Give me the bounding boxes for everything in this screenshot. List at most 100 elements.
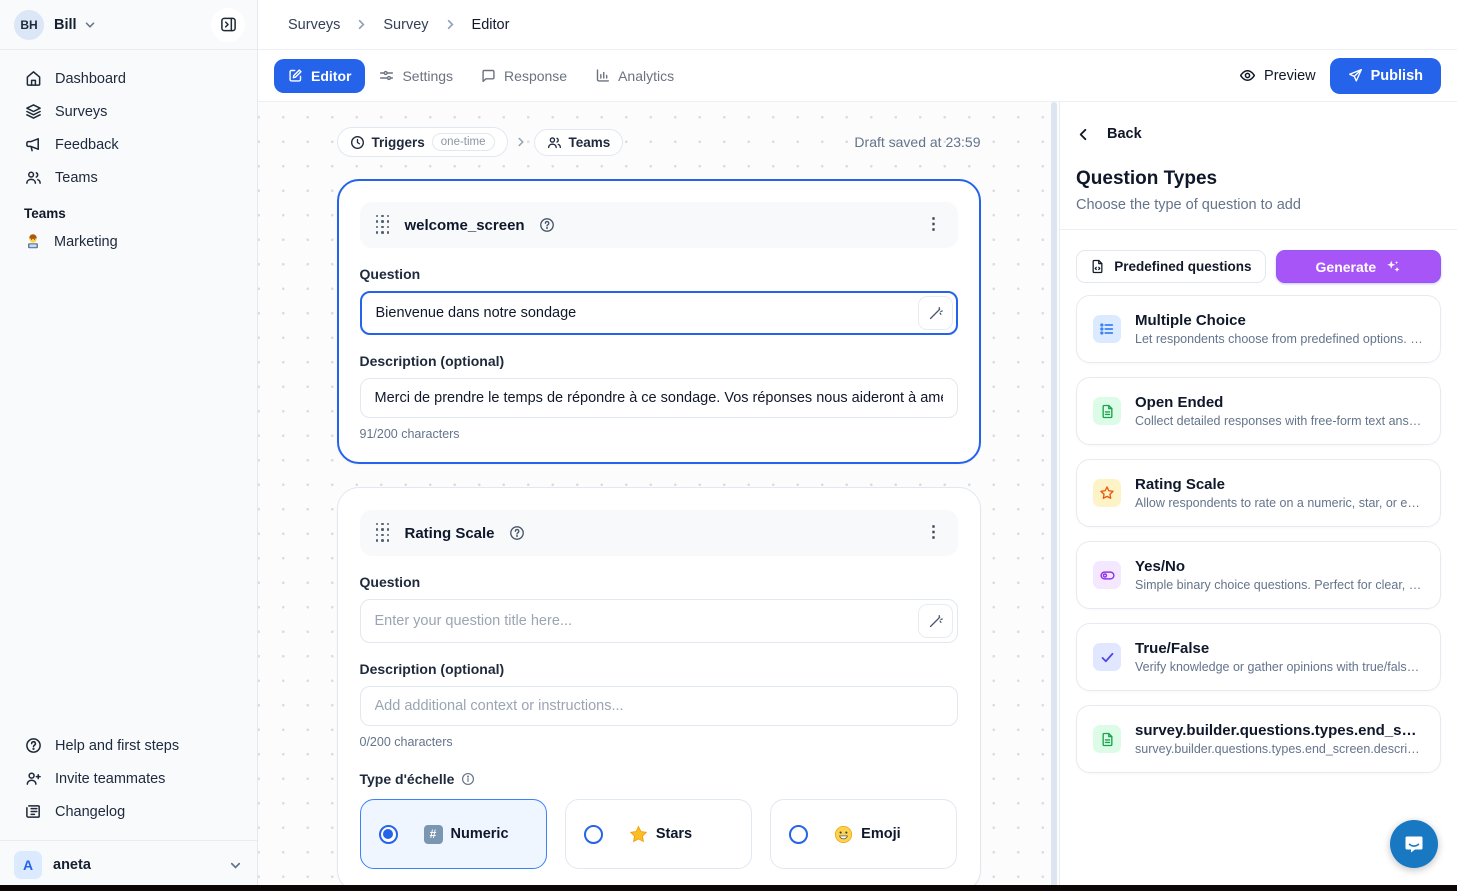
question-type-title: Open Ended xyxy=(1135,394,1424,411)
tab-analytics[interactable]: Analytics xyxy=(581,59,688,93)
bar-chart-icon xyxy=(595,68,610,83)
generate-label: Generate xyxy=(1316,259,1377,275)
chevron-down-icon[interactable] xyxy=(83,18,97,32)
tab-settings[interactable]: Settings xyxy=(365,59,467,93)
toggle-icon xyxy=(1093,561,1121,589)
teams-chip[interactable]: Teams xyxy=(534,129,624,156)
question-types-panel: Back Question Types Choose the type of q… xyxy=(1059,102,1457,891)
back-label: Back xyxy=(1107,126,1142,142)
home-icon xyxy=(24,70,42,87)
question-card-welcome-screen[interactable]: welcome_screen ⋮ Question Description xyxy=(337,179,981,464)
help-circle-icon[interactable] xyxy=(509,525,525,541)
sidebar-collapse-button[interactable] xyxy=(211,8,245,42)
sparkles-icon xyxy=(1385,259,1401,275)
description-field-label: Description (optional) xyxy=(360,661,958,677)
chat-bubble-icon xyxy=(1402,832,1426,856)
chevron-down-icon xyxy=(228,858,243,873)
question-title-input[interactable] xyxy=(360,599,958,643)
drag-handle-icon[interactable] xyxy=(376,215,391,236)
question-type-description: Simple binary choice questions. Perfect … xyxy=(1135,578,1424,592)
preview-button[interactable]: Preview xyxy=(1239,67,1316,84)
magic-wand-button[interactable] xyxy=(918,604,953,638)
users-icon xyxy=(24,169,42,186)
question-card-header: welcome_screen ⋮ xyxy=(360,202,958,248)
check-icon xyxy=(1093,643,1121,671)
question-type-title: survey.builder.questions.types.end_scr..… xyxy=(1135,722,1424,739)
tab-response[interactable]: Response xyxy=(467,59,581,93)
breadcrumb-survey[interactable]: Survey xyxy=(383,17,428,33)
scale-option-emoji[interactable]: Emoji xyxy=(770,799,957,869)
sidebar-item-teams[interactable]: Teams xyxy=(0,161,257,194)
chat-launcher-button[interactable] xyxy=(1390,820,1438,868)
publish-label: Publish xyxy=(1371,68,1423,84)
question-type-rating-scale[interactable]: Rating Scale Allow respondents to rate o… xyxy=(1076,459,1441,527)
predefined-label: Predefined questions xyxy=(1114,259,1251,274)
kebab-menu-icon[interactable]: ⋮ xyxy=(926,525,942,541)
question-type-description: Allow respondents to rate on a numeric, … xyxy=(1135,496,1424,510)
tab-editor[interactable]: Editor xyxy=(274,59,365,93)
user-name: aneta xyxy=(53,857,91,873)
help-circle-icon[interactable] xyxy=(539,217,555,233)
help-circle-icon xyxy=(24,737,42,754)
scale-type-options: # Numeric Stars xyxy=(360,799,958,869)
teams-section-header: Teams xyxy=(0,194,257,225)
question-type-open-ended[interactable]: Open Ended Collect detailed responses wi… xyxy=(1076,377,1441,445)
star-icon xyxy=(1093,479,1121,507)
numeric-keycap-icon: # xyxy=(424,825,443,844)
chevron-right-icon xyxy=(354,17,369,32)
user-menu[interactable]: A aneta xyxy=(14,851,243,879)
sidebar-footer: Help and first steps Invite teammates Ch… xyxy=(0,723,257,832)
editor-toolbar: Editor Settings Response Analytics xyxy=(258,50,1457,102)
question-title-input[interactable] xyxy=(360,291,958,335)
generate-button[interactable]: Generate xyxy=(1276,250,1441,283)
sidebar-item-invite[interactable]: Invite teammates xyxy=(0,762,257,795)
chevron-left-icon xyxy=(1076,127,1091,142)
panel-title: Question Types xyxy=(1076,168,1441,190)
sidebar-item-team-marketing[interactable]: Marketing xyxy=(0,225,257,258)
megaphone-icon xyxy=(24,136,42,153)
chevron-right-icon xyxy=(514,135,528,149)
breadcrumb: Surveys Survey Editor xyxy=(258,0,1457,50)
scale-option-numeric[interactable]: # Numeric xyxy=(360,799,547,869)
predefined-questions-button[interactable]: Predefined questions xyxy=(1076,250,1266,283)
question-type-multiple-choice[interactable]: Multiple Choice Let respondents choose f… xyxy=(1076,295,1441,363)
question-card-rating-scale[interactable]: Rating Scale ⋮ Question Description (o xyxy=(337,487,981,891)
star-emoji-icon xyxy=(629,825,648,844)
question-type-end-screen[interactable]: survey.builder.questions.types.end_scr..… xyxy=(1076,705,1441,773)
workspace-avatar[interactable]: BH xyxy=(14,10,44,40)
triggers-chip[interactable]: Triggers one-time xyxy=(337,127,508,157)
sidebar-item-help[interactable]: Help and first steps xyxy=(0,729,257,762)
breadcrumb-surveys[interactable]: Surveys xyxy=(288,17,340,33)
sidebar-item-feedback[interactable]: Feedback xyxy=(0,128,257,161)
scale-option-stars[interactable]: Stars xyxy=(565,799,752,869)
workspace-header: BH Bill xyxy=(0,0,257,50)
workspace-name[interactable]: Bill xyxy=(54,17,77,33)
back-button[interactable]: Back xyxy=(1076,124,1441,146)
kebab-menu-icon[interactable]: ⋮ xyxy=(926,217,942,233)
breadcrumb-editor[interactable]: Editor xyxy=(472,17,510,33)
description-field-label: Description (optional) xyxy=(360,353,958,369)
drag-handle-icon[interactable] xyxy=(376,523,391,544)
question-description-input[interactable] xyxy=(360,686,958,726)
info-icon[interactable] xyxy=(461,772,475,786)
divider xyxy=(1060,229,1457,230)
send-icon xyxy=(1348,68,1363,83)
pencil-square-icon xyxy=(288,68,303,83)
question-type-true-false[interactable]: True/False Verify knowledge or gather op… xyxy=(1076,623,1441,691)
question-card-title: Rating Scale xyxy=(405,525,495,542)
sidebar-item-dashboard[interactable]: Dashboard xyxy=(0,62,257,95)
question-description-input[interactable] xyxy=(360,378,958,418)
question-type-yes-no[interactable]: Yes/No Simple binary choice questions. P… xyxy=(1076,541,1441,609)
canvas-scrollbar[interactable] xyxy=(1051,102,1057,891)
magic-wand-button[interactable] xyxy=(918,296,953,330)
document-icon xyxy=(1093,725,1121,753)
users-icon xyxy=(547,135,562,150)
teams-chip-label: Teams xyxy=(569,135,611,150)
left-sidebar: BH Bill Dashboard Surveys F xyxy=(0,0,258,891)
sidebar-item-surveys[interactable]: Surveys xyxy=(0,95,257,128)
sidebar-item-changelog[interactable]: Changelog xyxy=(0,795,257,828)
tab-label: Editor xyxy=(311,68,351,84)
question-card-title: welcome_screen xyxy=(405,217,525,234)
question-card-header: Rating Scale ⋮ xyxy=(360,510,958,556)
publish-button[interactable]: Publish xyxy=(1330,58,1441,94)
